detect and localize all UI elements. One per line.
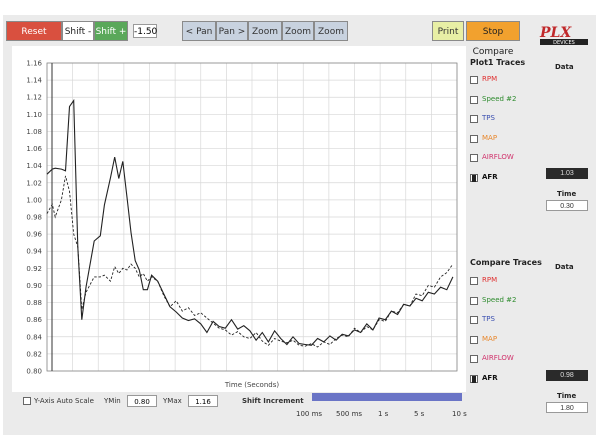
trace-label: AIRFLOW	[482, 153, 514, 161]
y-tick-label: 0.84	[26, 333, 42, 341]
y-tick-label: 1.04	[26, 162, 42, 170]
y-tick-label: 0.82	[26, 350, 42, 358]
ymin-field[interactable]: 0.80	[127, 395, 157, 407]
zoom-all-button[interactable]: Zoom All	[314, 21, 348, 57]
trace-label: RPM	[482, 75, 498, 83]
shift-plus-button[interactable]: Shift +	[94, 21, 128, 41]
y-tick-label: 0.80	[26, 368, 42, 376]
plx-logo: PLX DEVICES	[538, 24, 590, 46]
trace-checkbox[interactable]	[470, 95, 478, 104]
shift-tick-label: 5 s	[414, 410, 425, 418]
x-axis-label: Time (Seconds)	[224, 381, 279, 389]
y-tick-label: 1.14	[26, 77, 42, 85]
shift-increment-label: Shift Increment	[242, 397, 304, 405]
trace-checkbox[interactable]	[470, 355, 478, 363]
shift-tick-label: 500 ms	[336, 410, 363, 418]
print-button[interactable]: Print	[432, 21, 464, 41]
trace-label: AFR	[482, 373, 498, 382]
plot1-afr-series	[46, 98, 454, 346]
shift-value-field[interactable]: -1.50	[133, 24, 157, 38]
trace-checkbox[interactable]	[470, 76, 478, 84]
trace-label: AFR	[482, 172, 498, 181]
compare-afr-value: 0.98	[546, 370, 588, 381]
shift-tick-label: 100 ms	[296, 410, 323, 418]
y-tick-label: 0.88	[26, 299, 42, 307]
zoom-plus-button[interactable]: Zoom +	[282, 21, 314, 57]
y-tick-label: 1.08	[26, 128, 42, 136]
reset-graph-button[interactable]: Reset Graph	[6, 21, 62, 57]
auto-scale-label: Y-Axis Auto Scale	[34, 397, 94, 405]
trace-checkbox[interactable]	[470, 335, 478, 344]
y-tick-label: 1.16	[26, 60, 42, 68]
auto-scale-checkbox[interactable]	[23, 397, 31, 405]
y-tick-label: 1.10	[26, 111, 42, 119]
trace-label: TPS	[482, 315, 495, 323]
plot1-data-header: Data	[555, 63, 574, 71]
y-tick-label: 1.12	[26, 94, 42, 102]
trace-label: MAP	[482, 133, 498, 142]
y-tick-label: 0.98	[26, 214, 42, 222]
afr-chart: 1.16 1.14 1.12 1.10 1.08 1.06 1.04 1.02 1.00 0.98…	[26, 60, 458, 389]
y-tick-label: 1.02	[26, 179, 42, 187]
compare-data-header: Data	[555, 263, 574, 271]
ymax-label: YMax	[163, 397, 182, 405]
compare-time-value: 1.80	[546, 402, 588, 413]
trace-label: Speed #2	[482, 94, 517, 103]
y-tick-label: 0.96	[26, 231, 42, 239]
trace-checkbox[interactable]	[470, 115, 478, 123]
shift-minus-button[interactable]: Shift -	[62, 21, 94, 41]
trace-label: AIRFLOW	[482, 354, 514, 362]
trace-checkbox[interactable]	[470, 374, 478, 383]
zoom-minus-button[interactable]: Zoom -	[248, 21, 282, 57]
svg-text:PLX: PLX	[539, 25, 572, 41]
trace-checkbox[interactable]	[470, 134, 478, 143]
stop-compare-button[interactable]: Stop Compare	[466, 21, 520, 57]
compare-afr-series	[46, 175, 454, 348]
shift-tick-label: 10 s	[452, 410, 467, 418]
trace-checkbox[interactable]	[470, 277, 478, 285]
compare-time-label: Time	[557, 392, 577, 400]
pan-left-button[interactable]: < Pan	[182, 21, 216, 41]
plot1-traces-title: Plot1 Traces	[470, 58, 526, 67]
trace-checkbox[interactable]	[470, 154, 478, 162]
trace-checkbox[interactable]	[470, 173, 478, 182]
y-tick-label: 0.92	[26, 265, 42, 273]
trace-label: Speed #2	[482, 295, 517, 304]
plot-area[interactable]: 1.16 1.14 1.12 1.10 1.08 1.06 1.04 1.02 1.00 0.98…	[12, 46, 466, 392]
plot1-afr-value: 1.03	[546, 168, 588, 179]
shift-increment-slider[interactable]	[312, 393, 462, 401]
trace-label: RPM	[482, 276, 498, 284]
y-tick-label: 0.94	[26, 248, 42, 256]
trace-checkbox[interactable]	[470, 296, 478, 305]
y-tick-label: 1.00	[26, 196, 42, 204]
ymax-field[interactable]: 1.16	[188, 395, 218, 407]
trace-label: MAP	[482, 334, 498, 343]
compare-traces-title: Compare Traces	[470, 258, 542, 267]
plot1-time-value: 0.30	[546, 200, 588, 211]
shift-tick-label: 1 s	[378, 410, 389, 418]
pan-right-button[interactable]: Pan >	[216, 21, 248, 41]
y-tick-label: 0.86	[26, 316, 42, 324]
y-tick-label: 0.90	[26, 282, 42, 290]
trace-label: TPS	[482, 114, 495, 122]
ymin-label: YMin	[104, 397, 121, 405]
trace-checkbox[interactable]	[470, 316, 478, 324]
y-tick-label: 1.06	[26, 145, 42, 153]
plot1-time-label: Time	[557, 190, 577, 198]
svg-text:DEVICES: DEVICES	[553, 40, 575, 46]
